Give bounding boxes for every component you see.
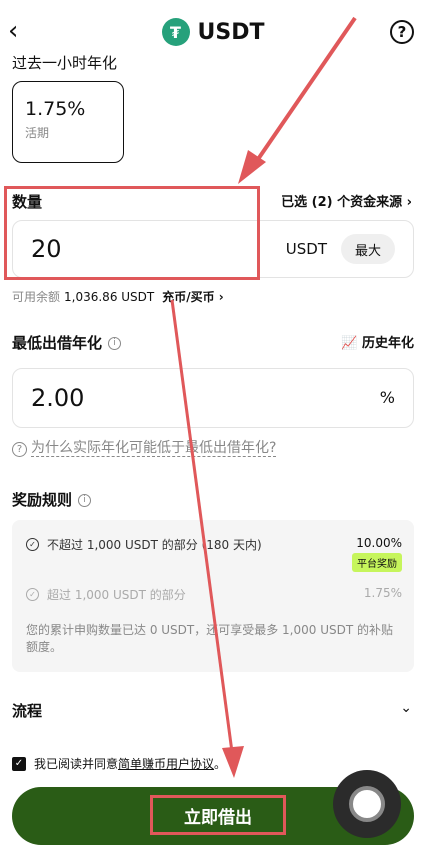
- chevron-down-icon[interactable]: ⌄: [400, 700, 412, 716]
- lend-now-label: 立即借出: [150, 795, 286, 835]
- fund-sources-link[interactable]: 已选 (2) 个资金来源 ›: [281, 191, 412, 210]
- checkmark-icon: ✓: [26, 538, 39, 551]
- question-icon: ?: [12, 442, 27, 457]
- max-button[interactable]: 最大: [341, 234, 395, 264]
- why-lower-rate-link[interactable]: ? 为什么实际年化可能低于最低出借年化?: [12, 437, 277, 457]
- apr-type: 活期: [25, 126, 50, 140]
- history-rate-text: 历史年化: [361, 336, 414, 351]
- available-balance: 可用余额 1,036.86 USDT 充币/买币 ›: [12, 288, 224, 305]
- reward-rules-text: 奖励规则: [12, 491, 73, 509]
- info-icon[interactable]: i: [78, 494, 92, 507]
- chart-icon: 📈: [341, 336, 362, 351]
- info-icon[interactable]: i: [108, 337, 122, 350]
- reward-tier-1-rate: 10.00%: [356, 536, 402, 550]
- min-rate-value[interactable]: 2.00: [31, 384, 84, 412]
- reward-tier-2: ✓ 超过 1,000 USDT 的部分: [26, 586, 186, 603]
- user-agreement-link[interactable]: 简单赚币用户协议: [118, 757, 214, 771]
- apr-rate: 1.75%: [25, 98, 86, 120]
- min-rate-label-text: 最低出借年化: [12, 334, 103, 352]
- flow-label[interactable]: 流程: [12, 700, 42, 721]
- reward-rules-label: 奖励规则 i: [12, 489, 92, 510]
- checkmark-icon: ✓: [26, 588, 39, 601]
- agreement-prefix: 我已阅读并同意: [34, 757, 119, 771]
- help-icon[interactable]: ?: [390, 20, 414, 44]
- page-title: USDT: [197, 19, 265, 45]
- reward-rules-panel: ✓ 不超过 1,000 USDT 的部分 (180 天内) 10.00% 平台奖励…: [12, 520, 414, 672]
- floating-assist-button[interactable]: [333, 770, 401, 838]
- deposit-link[interactable]: 充币/买币 ›: [162, 290, 224, 304]
- reward-tier-2-rate: 1.75%: [363, 586, 402, 600]
- title-bar: ₮ USDT: [0, 18, 426, 48]
- reward-tier-1-text: 不超过 1,000 USDT 的部分 (180 天内): [47, 538, 262, 552]
- assist-circle-icon: [349, 786, 385, 822]
- annotation-arrowhead-1: [238, 150, 266, 184]
- min-rate-label: 最低出借年化 i: [12, 332, 122, 353]
- usdt-logo-icon: ₮: [161, 18, 190, 46]
- min-rate-unit: %: [379, 388, 395, 407]
- agreement-text: 我已阅读并同意简单赚币用户协议。: [34, 755, 226, 772]
- balance-amount: 1,036.86 USDT: [64, 290, 155, 304]
- annotation-highlight-box: [4, 186, 260, 280]
- agreement-row[interactable]: ✓ 我已阅读并同意简单赚币用户协议。: [12, 755, 226, 772]
- agreement-suffix: 。: [214, 757, 227, 771]
- agreement-checkbox[interactable]: ✓: [12, 756, 26, 771]
- history-rate-link[interactable]: 📈 历史年化: [341, 332, 414, 351]
- reward-tier-2-text: 超过 1,000 USDT 的部分: [47, 588, 186, 602]
- min-rate-input[interactable]: 2.00 %: [12, 368, 414, 428]
- apr-label: 过去一小时年化: [12, 54, 118, 70]
- why-lower-rate-text: 为什么实际年化可能低于最低出借年化?: [31, 440, 277, 457]
- apr-card[interactable]: 1.75% 活期: [12, 81, 124, 163]
- reward-tier-1: ✓ 不超过 1,000 USDT 的部分 (180 天内): [26, 536, 262, 553]
- quantity-unit: USDT: [285, 240, 327, 258]
- platform-reward-badge: 平台奖励: [352, 553, 402, 572]
- balance-label: 可用余额: [12, 290, 61, 304]
- subsidy-note: 您的累计申购数量已达 0 USDT，还可享受最多 1,000 USDT 的补贴额…: [26, 623, 394, 654]
